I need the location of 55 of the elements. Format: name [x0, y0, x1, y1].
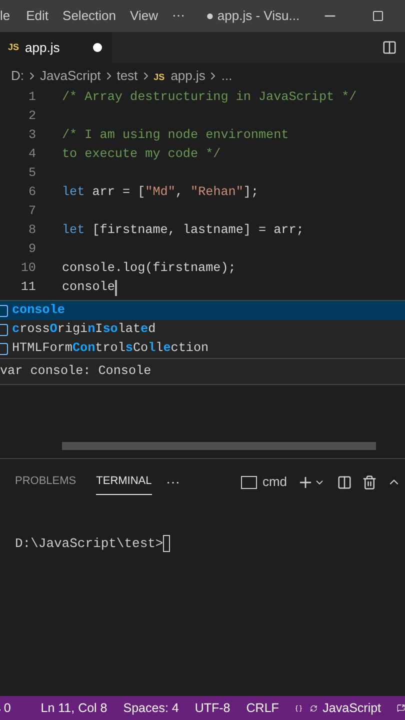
language-mode[interactable]: JavaScript — [322, 698, 382, 718]
code-line: /* I am using node environment — [62, 127, 289, 144]
horizontal-scrollbar[interactable] — [62, 442, 376, 450]
panel-tab[interactable]: TERMINAL — [96, 469, 152, 495]
menu-item[interactable]: View — [123, 6, 165, 26]
more-actions[interactable]: ⋯ — [166, 472, 180, 492]
line-number: 10 — [20, 260, 36, 278]
menu-item[interactable]: ⋯ — [164, 6, 192, 26]
line-number: 6 — [27, 184, 36, 202]
panel-tab[interactable]: PROBLEMS — [15, 469, 76, 495]
code-line: let arr = ["Md", "Rehan"]; — [62, 184, 259, 202]
suggestion-item[interactable]: crossOriginIsolated — [0, 320, 405, 339]
status-item[interactable]: Ln 11, Col 8 — [40, 698, 108, 718]
breadcrumb-item[interactable]: JavaScript — [40, 66, 101, 86]
terminal-icon — [241, 476, 258, 488]
suggestion-item[interactable]: console — [0, 301, 405, 320]
menu-item[interactable]: Edit — [19, 6, 56, 26]
breadcrumb-item[interactable]: ... — [221, 66, 232, 86]
line-number: 9 — [27, 241, 36, 258]
code-line: to execute my code */ — [62, 146, 221, 164]
line-number: 4 — [27, 146, 36, 164]
line-number: 1 — [27, 89, 36, 106]
menu-item[interactable]: Selection — [56, 6, 124, 26]
js-file-icon: JS — [154, 72, 165, 82]
menu-item[interactable]: le — [0, 6, 20, 26]
split-terminal-icon[interactable] — [337, 474, 352, 490]
split-editor-icon[interactable] — [382, 40, 397, 55]
status-item[interactable]: CRLF — [246, 698, 279, 718]
line-number: 11 — [20, 279, 36, 296]
suggestion-detail: var console: Console — [0, 363, 152, 380]
line-number: 5 — [27, 165, 36, 182]
suggestion-item[interactable]: HTMLFormControlsCollection — [0, 339, 405, 358]
code-line: /* Array destructuring in JavaScript */ — [62, 89, 357, 106]
terminal-cursor — [163, 535, 170, 552]
tab-label: app.js — [25, 38, 60, 57]
line-number: 3 — [27, 127, 36, 144]
trash-icon[interactable] — [362, 474, 377, 490]
code-line: console.log(firstname); — [62, 260, 236, 278]
line-number: 8 — [27, 222, 36, 240]
window-title: ● app.js - Visu... — [206, 7, 300, 26]
breadcrumb-item[interactable]: app.js — [170, 66, 206, 86]
maximize-icon[interactable] — [372, 10, 384, 22]
js-file-icon: JS — [8, 40, 20, 54]
line-number: 2 — [27, 108, 36, 126]
status-item[interactable]: UTF-8 — [194, 698, 230, 718]
shell-name[interactable]: cmd — [262, 472, 287, 492]
warning-count[interactable]: 0 — [4, 698, 11, 718]
line-number: 7 — [27, 203, 36, 220]
breadcrumb-item[interactable]: test — [116, 66, 138, 86]
breadcrumb-item[interactable]: D: — [11, 66, 24, 86]
status-item[interactable]: Spaces: 4 — [123, 698, 179, 718]
code-line: console — [62, 279, 115, 296]
code-line: let [firstname, lastname] = arr; — [62, 222, 304, 240]
editor-tab[interactable]: JS app.js — [0, 32, 112, 63]
terminal-prompt: D:\JavaScript\test> — [15, 535, 164, 553]
